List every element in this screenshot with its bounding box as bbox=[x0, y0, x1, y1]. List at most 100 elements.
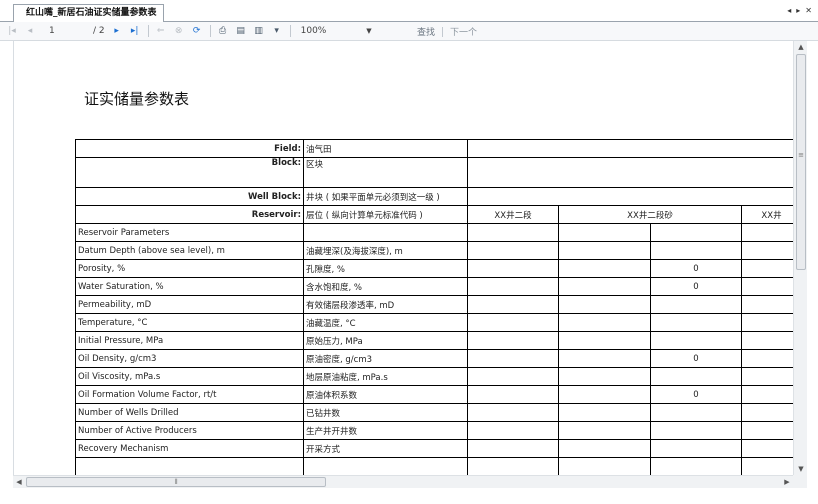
scroll-left-icon[interactable]: ◀ bbox=[13, 476, 25, 488]
field-label: Field: bbox=[75, 139, 304, 158]
first-page-icon[interactable]: |◂ bbox=[6, 25, 18, 37]
parameter-name: Porosity, % bbox=[75, 259, 304, 278]
table-row: Recovery Mechanism 开采方式 bbox=[75, 439, 802, 458]
table-row: Oil Viscosity, mPa.s 地层原油粘度, mPa.s bbox=[75, 367, 802, 386]
table-cell bbox=[558, 313, 651, 332]
table-cell bbox=[650, 457, 742, 475]
stop-icon[interactable]: ⊗ bbox=[173, 25, 185, 37]
parameter-value bbox=[650, 313, 742, 332]
vertical-scroll-thumb[interactable]: ≡ bbox=[796, 54, 806, 270]
parameter-name: Initial Pressure, MPa bbox=[75, 331, 304, 350]
back-icon[interactable]: ⇐ bbox=[155, 25, 167, 37]
table-cell bbox=[467, 187, 802, 206]
table-cell bbox=[467, 313, 559, 332]
parameter-description: 原油密度, g/cm3 bbox=[303, 349, 468, 368]
table-row: Water Saturation, % 含水饱和度, % 0 bbox=[75, 277, 802, 296]
table-cell bbox=[650, 223, 742, 242]
parameter-value: 0 bbox=[650, 385, 742, 404]
parameter-name: Oil Formation Volume Factor, rt/t bbox=[75, 385, 304, 404]
table-cell bbox=[558, 367, 651, 386]
parameter-value: 0 bbox=[650, 259, 742, 278]
parameter-value bbox=[650, 295, 742, 314]
table-cell bbox=[558, 331, 651, 350]
horizontal-scrollbar[interactable]: ◀ ⦀ ▶ bbox=[13, 475, 793, 488]
print-icon[interactable]: ⎙ bbox=[217, 25, 229, 37]
well-block-label: Well Block: bbox=[75, 187, 304, 206]
horizontal-scroll-thumb[interactable]: ⦀ bbox=[26, 477, 326, 487]
table-cell bbox=[558, 421, 651, 440]
vertical-scrollbar[interactable]: ▲ ≡ ▼ bbox=[793, 41, 807, 475]
parameter-name: Oil Density, g/cm3 bbox=[75, 349, 304, 368]
parameter-description: 地层原油粘度, mPa.s bbox=[303, 367, 468, 386]
table-cell bbox=[558, 403, 651, 422]
reservoir-column-header: XX井二段 bbox=[467, 205, 559, 224]
scroll-up-icon[interactable]: ▲ bbox=[794, 41, 808, 53]
table-cell bbox=[75, 457, 304, 475]
tab-controls: ◂ ▸ ✕ bbox=[787, 5, 812, 17]
find-next-link[interactable]: 下一个 bbox=[450, 25, 477, 38]
parameter-description: 原油体积系数 bbox=[303, 385, 468, 404]
zoom-select[interactable]: 100% ▼ bbox=[301, 24, 376, 38]
table-row: Datum Depth (above sea level), m 油藏埋深(及海拔… bbox=[75, 241, 802, 260]
parameter-name: Water Saturation, % bbox=[75, 277, 304, 296]
page-setup-icon[interactable]: ▥ bbox=[253, 25, 265, 37]
table-cell bbox=[467, 385, 559, 404]
table-cell bbox=[467, 403, 559, 422]
parameter-description: 开采方式 bbox=[303, 439, 468, 458]
tab-scroll-left-icon[interactable]: ◂ bbox=[787, 5, 791, 17]
print-layout-icon[interactable]: ▤ bbox=[235, 25, 247, 37]
parameter-name: Temperature, °C bbox=[75, 313, 304, 332]
previous-page-icon[interactable]: ◂ bbox=[24, 25, 36, 37]
parameter-description: 原始压力, MPa bbox=[303, 331, 468, 350]
report-viewport: 证实储量参数表 Field: 油气田 Block: 区块 Well Block: bbox=[13, 41, 807, 475]
table-cell bbox=[467, 331, 559, 350]
parameter-value: 0 bbox=[650, 349, 742, 368]
table-cell bbox=[467, 457, 559, 475]
tab-scroll-right-icon[interactable]: ▸ bbox=[796, 5, 800, 17]
toolbar-separator bbox=[209, 25, 211, 37]
table-cell bbox=[558, 349, 651, 368]
table-row: Oil Density, g/cm3 原油密度, g/cm3 0 bbox=[75, 349, 802, 368]
toolbar-separator bbox=[147, 25, 149, 37]
tab-close-icon[interactable]: ✕ bbox=[805, 5, 812, 17]
table-cell bbox=[558, 295, 651, 314]
document-tab[interactable]: 红山嘴_新居石油证实储量参数表 bbox=[13, 4, 164, 22]
table-row: Block: 区块 bbox=[75, 157, 802, 188]
section-header: Reservoir Parameters bbox=[75, 223, 304, 242]
table-row: Temperature, °C 油藏温度, °C bbox=[75, 313, 802, 332]
total-pages-label: / 2 bbox=[93, 26, 105, 36]
scroll-down-icon[interactable]: ▼ bbox=[794, 463, 808, 475]
table-cell bbox=[467, 139, 802, 158]
parameter-value bbox=[650, 331, 742, 350]
parameter-value bbox=[650, 421, 742, 440]
report-title: 证实储量参数表 bbox=[84, 90, 190, 108]
table-cell bbox=[558, 457, 651, 475]
table-cell bbox=[467, 157, 802, 188]
table-cell bbox=[467, 349, 559, 368]
parameter-description: 有效储层段渗透率, mD bbox=[303, 295, 468, 314]
parameter-name: Number of Wells Drilled bbox=[75, 403, 304, 422]
parameter-name: Datum Depth (above sea level), m bbox=[75, 241, 304, 260]
document-tab-strip: 红山嘴_新居石油证实储量参数表 ◂ ▸ ✕ bbox=[0, 0, 818, 22]
chevron-down-icon[interactable]: ▼ bbox=[366, 27, 371, 35]
scroll-right-icon[interactable]: ▶ bbox=[781, 476, 793, 488]
table-row: Permeability, mD 有效储层段渗透率, mD bbox=[75, 295, 802, 314]
refresh-icon[interactable]: ⟳ bbox=[191, 25, 203, 37]
reservoir-value: 层位 ( 纵向计算单元标准代码 ) bbox=[303, 205, 468, 224]
table-cell bbox=[558, 277, 651, 296]
next-page-icon[interactable]: ▸ bbox=[111, 25, 123, 37]
export-icon[interactable]: ▾ bbox=[271, 25, 283, 37]
current-page-input[interactable]: 1 bbox=[49, 26, 73, 36]
table-cell bbox=[558, 385, 651, 404]
parameter-value bbox=[650, 367, 742, 386]
find-link[interactable]: 查找 bbox=[417, 25, 435, 38]
parameter-description: 含水饱和度, % bbox=[303, 277, 468, 296]
table-cell bbox=[558, 241, 651, 260]
table-row: Number of Active Producers 生产井开井数 bbox=[75, 421, 802, 440]
parameter-value bbox=[650, 439, 742, 458]
table-row: Porosity, % 孔隙度, % 0 bbox=[75, 259, 802, 278]
last-page-icon[interactable]: ▸| bbox=[129, 25, 141, 37]
table-cell bbox=[303, 457, 468, 475]
table-row bbox=[75, 457, 802, 475]
table-cell bbox=[467, 223, 559, 242]
